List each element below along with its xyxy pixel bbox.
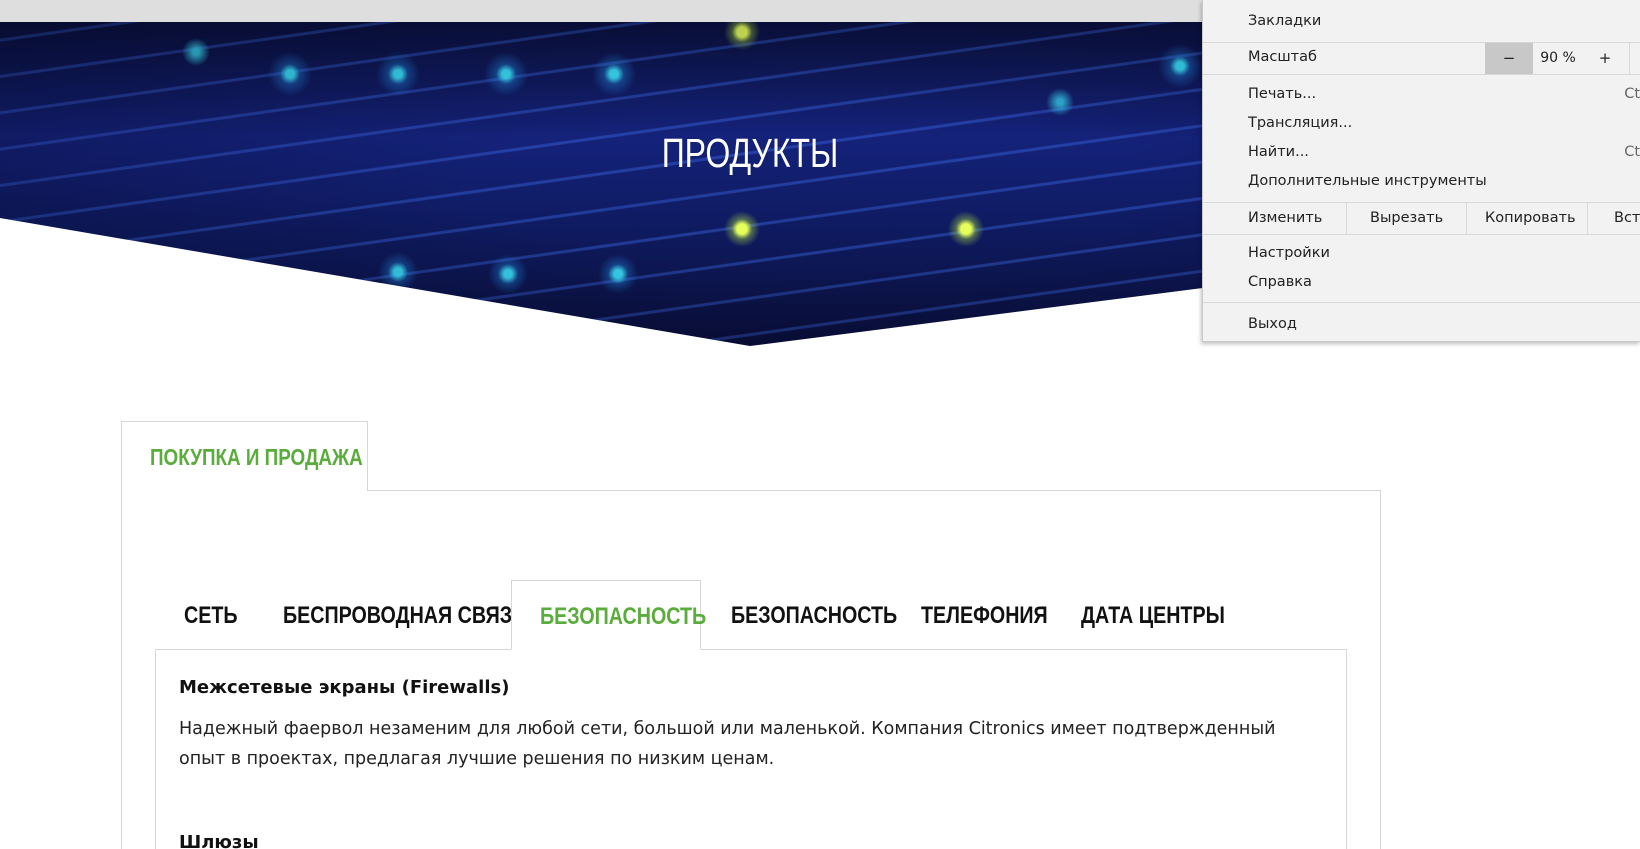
tab-content-panel: Межсетевые экраны (Firewalls) Надежный ф… [155,649,1347,849]
copy-button[interactable]: Копировать [1485,202,1576,234]
menu-item-find[interactable]: Найти... [1248,144,1309,160]
menu-divider [1203,302,1640,303]
paste-button[interactable]: Вста [1614,202,1640,234]
zoom-in-button[interactable]: + [1581,43,1629,74]
tab-security-active[interactable]: БЕЗОПАСНОСТЬ [511,580,706,650]
menu-item-print[interactable]: Печать... [1248,86,1316,102]
menu-zoom-row: Масштаб − 90 % + [1203,43,1640,74]
menu-item-more-tools[interactable]: Дополнительные инструменты [1248,173,1487,189]
menu-edit-row: Изменить Вырезать Копировать Вста [1203,202,1640,234]
menu-edit-label: Изменить [1248,210,1323,226]
print-shortcut: Ctr [1624,86,1640,102]
tab-security[interactable]: БЕЗОПАСНОСТЬ [731,580,897,650]
tab-network[interactable]: СЕТЬ [184,580,254,650]
section-heading-gateways: Шлюзы [179,832,259,849]
menu-item-bookmarks[interactable]: Закладки [1248,13,1321,29]
page-title: ПРОДУКТЫ [661,130,839,176]
cut-button[interactable]: Вырезать [1370,202,1443,234]
section-text-firewalls: Надежный фаервол незаменим для любой сет… [179,719,1276,769]
menu-item-cast[interactable]: Трансляция... [1248,115,1352,131]
menu-divider [1203,74,1640,75]
section-heading-firewalls: Межсетевые экраны (Firewalls) [179,677,510,698]
browser-context-menu: Закладки Масштаб − 90 % + Печать... Ctr … [1202,0,1640,342]
menu-item-settings[interactable]: Настройки [1248,245,1330,261]
tab-wireless[interactable]: БЕСПРОВОДНАЯ СВЯЗЬ [283,580,526,650]
menu-item-exit[interactable]: Выход [1248,316,1297,332]
find-shortcut: Ctr [1624,144,1640,160]
tab-data-centers[interactable]: ДАТА ЦЕНТРЫ [1081,580,1241,650]
menu-divider [1203,234,1640,235]
menu-item-help[interactable]: Справка [1248,274,1312,290]
tab-telephony[interactable]: ТЕЛЕФОНИЯ [921,580,1051,650]
tab-purchase-and-sale[interactable]: ПОКУПКА И ПРОДАЖА [121,421,368,491]
menu-zoom-label: Масштаб [1248,49,1317,65]
zoom-level: 90 % [1540,50,1576,66]
zoom-out-button[interactable]: − [1485,43,1533,74]
tab-label: ПОКУПКА И ПРОДАЖА [150,444,363,470]
